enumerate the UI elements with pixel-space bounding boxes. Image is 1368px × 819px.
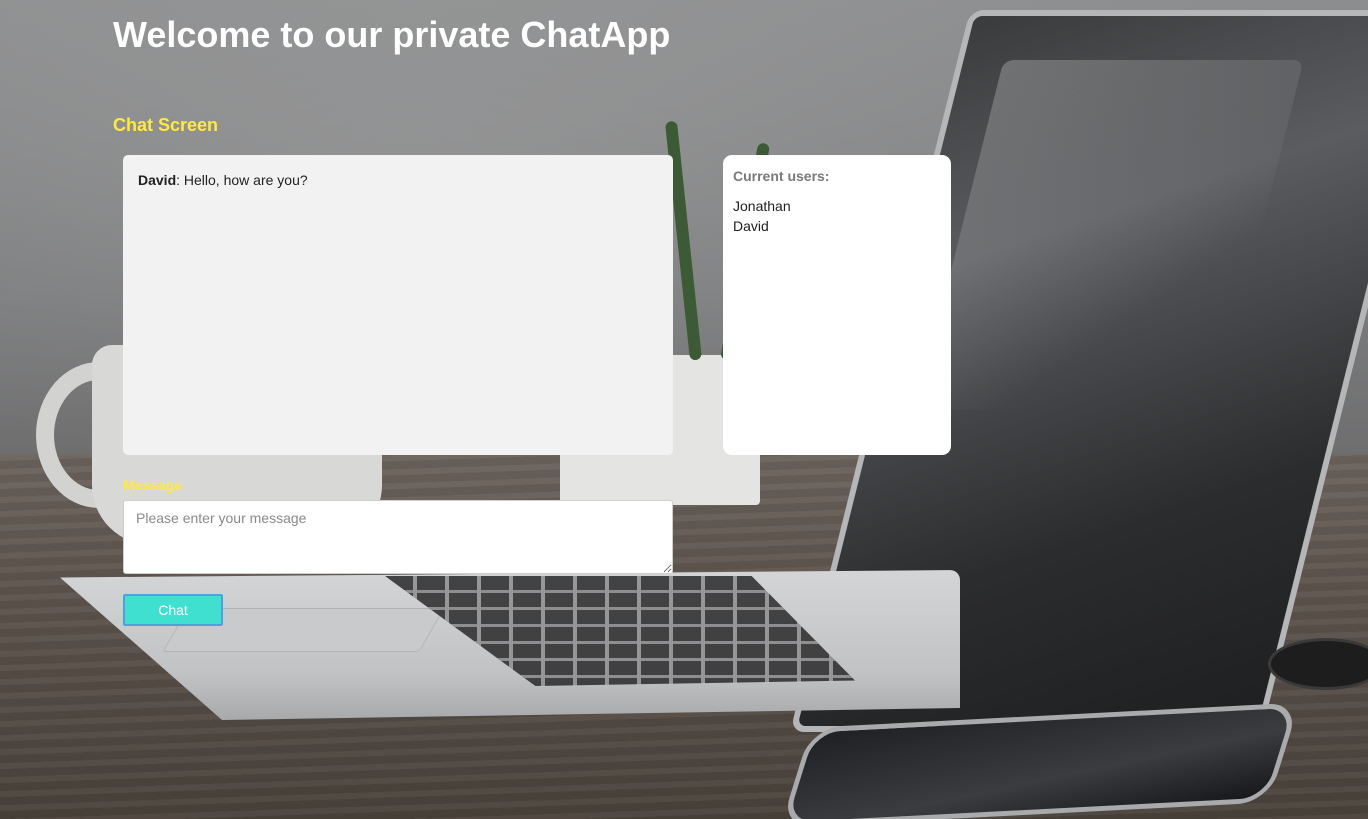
current-users-title: Current users: bbox=[733, 168, 830, 184]
user-list-item: Jonathan bbox=[733, 198, 791, 214]
current-users-panel: Current users: Jonathan David bbox=[723, 155, 951, 455]
page-title: Welcome to our private ChatApp bbox=[113, 14, 671, 55]
chat-message: David: Hello, how are you? bbox=[138, 172, 658, 188]
message-input[interactable] bbox=[123, 500, 673, 574]
message-text: Hello, how are you? bbox=[180, 172, 308, 188]
user-list-item: David bbox=[733, 218, 769, 234]
chat-messages-box: David: Hello, how are you? bbox=[123, 155, 673, 455]
chat-screen-title: Chat Screen bbox=[113, 115, 219, 135]
message-label: Message bbox=[123, 477, 183, 493]
chat-app: Welcome to our private ChatApp Chat Scre… bbox=[0, 0, 1368, 819]
message-author: David bbox=[138, 172, 177, 188]
chat-send-button[interactable]: Chat bbox=[123, 594, 223, 626]
